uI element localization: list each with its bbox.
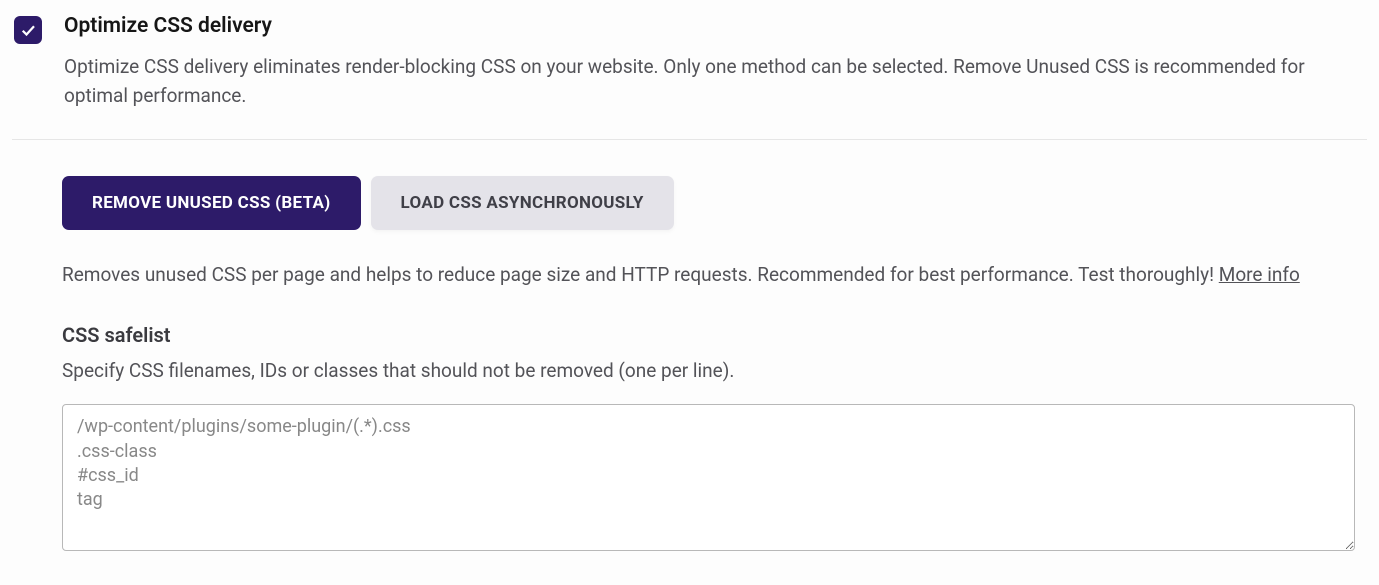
tab-description-text: Removes unused CSS per page and helps to… xyxy=(62,263,1219,286)
optimize-css-checkbox[interactable] xyxy=(14,16,42,44)
check-icon xyxy=(19,21,37,39)
option-header: Optimize CSS delivery Optimize CSS deliv… xyxy=(12,14,1367,140)
tab-load-css-async[interactable]: LOAD CSS ASYNCHRONOUSLY xyxy=(371,176,674,230)
option-description: Optimize CSS delivery eliminates render-… xyxy=(64,52,1354,111)
tabs-section: REMOVE UNUSED CSS (BETA) LOAD CSS ASYNCH… xyxy=(12,140,1367,555)
safelist-title: CSS safelist xyxy=(62,323,1367,347)
safelist-description: Specify CSS filenames, IDs or classes th… xyxy=(62,359,1367,382)
safelist-textarea[interactable] xyxy=(62,404,1355,551)
tab-description: Removes unused CSS per page and helps to… xyxy=(62,260,1367,289)
tab-remove-unused-css[interactable]: REMOVE UNUSED CSS (BETA) xyxy=(62,176,361,230)
option-title: Optimize CSS delivery xyxy=(64,14,1354,38)
tabs-row: REMOVE UNUSED CSS (BETA) LOAD CSS ASYNCH… xyxy=(62,176,1367,230)
more-info-link[interactable]: More info xyxy=(1219,263,1300,286)
option-text-wrap: Optimize CSS delivery Optimize CSS deliv… xyxy=(64,14,1354,111)
